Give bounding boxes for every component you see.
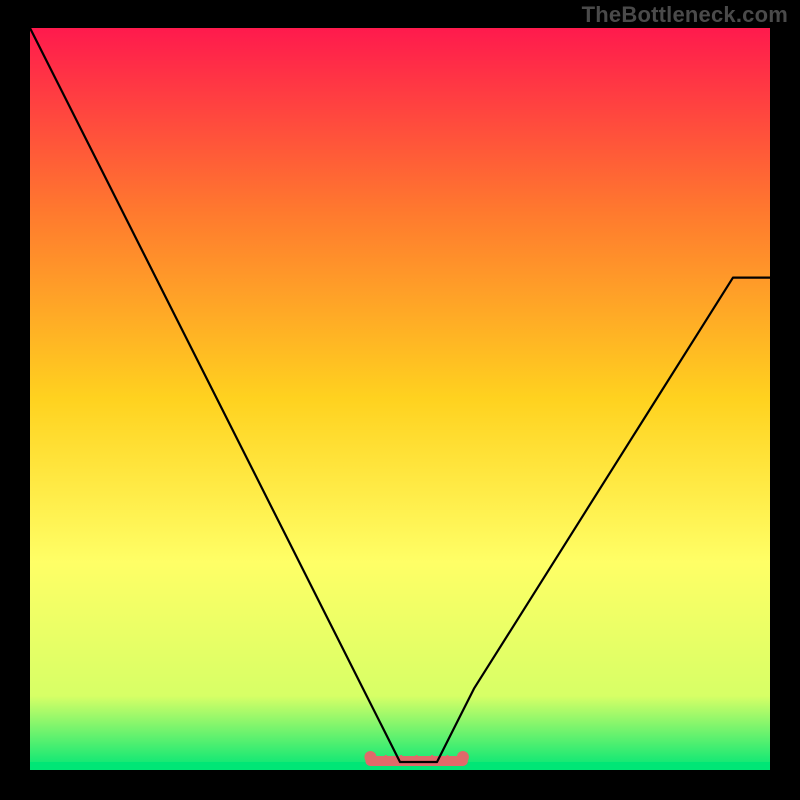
chart-frame: TheBottleneck.com (0, 0, 800, 800)
gradient-background (30, 28, 770, 770)
watermark-text: TheBottleneck.com (582, 2, 788, 28)
bottleneck-chart (30, 28, 770, 770)
